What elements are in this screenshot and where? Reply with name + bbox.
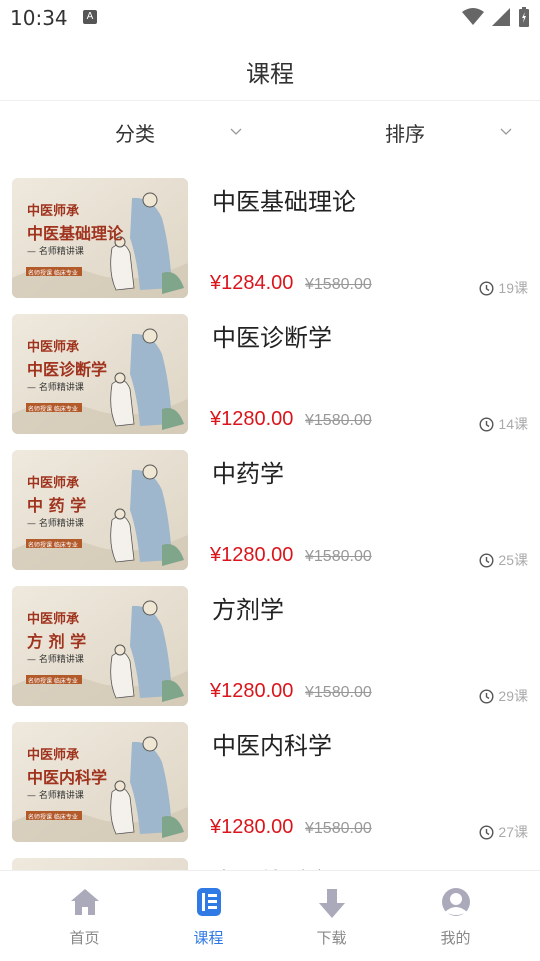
clock-icon — [479, 552, 494, 568]
course-name: 方剂学 — [212, 597, 284, 624]
thumbnail-line1: 中医师承 — [27, 748, 80, 763]
thumbnail-line1: 中医师承 — [27, 340, 80, 355]
thumbnail-tagline: — 名师精讲课 — [27, 383, 84, 393]
course-book-icon — [196, 888, 221, 916]
notification-badge-icon: A — [83, 10, 97, 24]
course-item[interactable]: 中医师承中 药 学 — 名师精讲课 名师授课 临床专业 中药学 ¥1280.00 ¥158… — [0, 436, 540, 572]
lesson-count-text: 19课 — [498, 280, 528, 296]
lesson-count: 14课 — [479, 414, 528, 434]
profile-icon — [441, 888, 470, 916]
clock-icon — [479, 688, 494, 704]
sort-filter[interactable]: 排序 — [270, 101, 540, 163]
thumbnail-course-title: 中 药 学 — [27, 496, 87, 515]
course-name: 中医诊断学 — [212, 325, 332, 352]
course-item[interactable]: 中医师承 中医基础理论 — 名师精讲课 名师授课 临床专业 中医基础理论 ¥1284.00… — [0, 164, 540, 300]
status-icons — [462, 7, 530, 27]
course-price: ¥1280.00 — [210, 544, 294, 566]
signal-icon — [492, 8, 510, 26]
tab-course-label: 课程 — [193, 929, 224, 947]
thumbnail-tagline: — 名师精讲课 — [27, 655, 84, 665]
home-icon — [70, 889, 99, 915]
thumbnail-badge: 名师授课 临床专业 — [28, 406, 78, 413]
thumbnail-tagline: — 名师精讲课 — [27, 791, 84, 801]
lesson-count-text: 14课 — [498, 416, 528, 432]
lesson-count-text: 25课 — [498, 552, 528, 568]
course-price: ¥1284.00 — [210, 272, 294, 294]
thumbnail-course-title: 方 剂 学 — [27, 632, 87, 651]
clock-icon — [479, 824, 494, 840]
course-original-price: ¥1580.00 — [305, 548, 372, 565]
download-icon — [318, 889, 345, 918]
wifi-icon — [462, 8, 484, 25]
course-thumbnail: 中医师承中医内科学 — 名师精讲课 名师授课 临床专业 — [12, 722, 188, 842]
lesson-count: 29课 — [479, 686, 528, 706]
bottom-tab-bar: 首页 课程 下载 我的 — [0, 870, 540, 961]
tab-profile-label: 我的 — [440, 929, 471, 947]
lesson-count-text: 27课 — [498, 824, 528, 840]
course-price: ¥1280.00 — [210, 816, 294, 838]
status-time: 10:34 — [10, 6, 68, 30]
course-original-price: ¥1580.00 — [305, 412, 372, 429]
page-title: 课程 — [246, 60, 294, 88]
thumbnail-line1: 中医师承 — [27, 476, 80, 491]
chevron-down-icon — [230, 128, 242, 135]
tab-download-label: 下载 — [316, 929, 347, 947]
course-name: 中医内科学 — [212, 733, 332, 760]
thumbnail-badge: 名师授课 临床专业 — [28, 814, 78, 821]
course-thumbnail: 中医师承中医基础理论 — 名师精讲课 名师授课 临床专业 — [12, 178, 188, 298]
course-price: ¥1280.00 — [210, 680, 294, 702]
course-name: 中药学 — [212, 461, 284, 488]
clock-icon — [479, 416, 494, 432]
filter-bar: 分类 排序 — [0, 101, 540, 163]
thumbnail-line1: 中医师承 — [27, 204, 80, 219]
thumbnail-badge: 名师授课 临床专业 — [28, 542, 78, 549]
thumbnail-badge: 名师授课 临床专业 — [28, 678, 78, 685]
chevron-down-icon — [500, 128, 512, 135]
course-thumbnail: 中医师承中医诊断学 — 名师精讲课 名师授课 临床专业 — [12, 314, 188, 434]
lesson-count: 27课 — [479, 822, 528, 842]
tab-home-label: 首页 — [69, 929, 100, 947]
course-thumbnail: 中医师承中医外科学— 名师精讲课名师授课 临床专业 — [12, 858, 188, 870]
thumbnail-course-title: 中医内科学 — [27, 768, 108, 787]
course-original-price: ¥1580.00 — [305, 820, 372, 837]
tab-course[interactable]: 课程 — [141, 871, 276, 961]
lesson-count: 25课 — [479, 550, 528, 570]
course-name: 中医外科学 — [212, 862, 332, 870]
category-filter[interactable]: 分类 — [0, 101, 270, 163]
course-price: ¥1280.00 — [210, 408, 294, 430]
tab-download[interactable]: 下载 — [264, 871, 399, 961]
tab-profile[interactable]: 我的 — [388, 871, 523, 961]
category-filter-label: 分类 — [115, 121, 155, 146]
course-list[interactable]: 中医师承 中医基础理论 — 名师精讲课 名师授课 临床专业 中医基础理论 ¥1284.00… — [0, 164, 540, 870]
course-name: 中医基础理论 — [212, 189, 356, 216]
thumbnail-tagline: — 名师精讲课 — [27, 247, 84, 257]
thumbnail-course-title: 中医诊断学 — [27, 360, 108, 379]
course-item[interactable]: 中医师承 中医内科学 — 名师精讲课 名师授课 临床专业 中医内科学 ¥1280.00 ¥1… — [0, 708, 540, 844]
course-thumbnail: 中医师承中 药 学 — 名师精讲课 名师授课 临床专业 — [12, 450, 188, 570]
course-thumbnail: 中医师承方 剂 学 — 名师精讲课 名师授课 临床专业 — [12, 586, 188, 706]
course-item[interactable]: 中医师承中医外科学— 名师精讲课名师授课 临床专业 中医外科学 — [0, 844, 540, 870]
course-item[interactable]: 中医师承 中医诊断学 — 名师精讲课 名师授课 临床专业 中医诊断学 ¥1280.00 ¥1… — [0, 300, 540, 436]
lesson-count: 19课 — [479, 278, 528, 298]
clock-icon — [479, 280, 494, 296]
course-original-price: ¥1580.00 — [305, 276, 372, 293]
status-bar: 10:34 A — [0, 0, 540, 36]
thumbnail-badge: 名师授课 临床专业 — [28, 270, 78, 277]
thumbnail-line1: 中医师承 — [27, 612, 80, 627]
sort-filter-label: 排序 — [385, 121, 425, 146]
lesson-count-text: 29课 — [498, 688, 528, 704]
tab-home[interactable]: 首页 — [17, 871, 152, 961]
battery-icon — [519, 7, 529, 27]
title-bar: 课程 — [0, 36, 540, 101]
course-item[interactable]: 中医师承方 剂 学 — 名师精讲课 名师授课 临床专业 方剂学 ¥1280.00 ¥158… — [0, 572, 540, 708]
thumbnail-course-title: 中医基础理论 — [27, 224, 124, 243]
thumbnail-tagline: — 名师精讲课 — [27, 519, 84, 529]
course-original-price: ¥1580.00 — [305, 684, 372, 701]
